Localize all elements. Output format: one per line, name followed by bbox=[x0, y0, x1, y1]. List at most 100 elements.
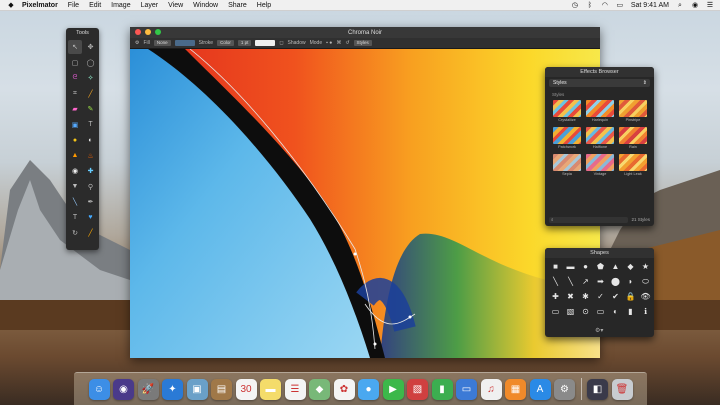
effect-item[interactable]: Light Leak bbox=[619, 154, 647, 177]
effect-item[interactable]: Rain bbox=[619, 127, 647, 150]
shape-item-icon[interactable]: ◗ bbox=[623, 276, 638, 287]
dodge-icon[interactable]: ⚲ bbox=[84, 180, 98, 194]
menu-edit[interactable]: Edit bbox=[89, 2, 101, 9]
pixelmator-icon[interactable]: ◧ bbox=[587, 378, 608, 400]
fill-select[interactable]: None bbox=[153, 40, 171, 46]
messages-icon[interactable]: ● bbox=[358, 378, 379, 400]
music-icon[interactable]: ♫ bbox=[480, 378, 502, 400]
shape-item-icon[interactable]: ⬤ bbox=[608, 276, 623, 287]
text-icon[interactable]: T bbox=[68, 211, 82, 225]
shape-item-icon[interactable]: ▮ bbox=[623, 306, 638, 317]
clock[interactable]: Sat 9:41 AM bbox=[631, 2, 669, 9]
gradient-icon[interactable]: ▲ bbox=[68, 149, 82, 163]
shape-item-icon[interactable]: ╲ bbox=[563, 276, 578, 287]
type-tool-icon[interactable]: T bbox=[84, 118, 98, 132]
ellipse-select-icon[interactable]: ◯ bbox=[84, 56, 98, 70]
crop-icon[interactable]: ⌗ bbox=[68, 87, 82, 101]
clone-icon[interactable]: ✚ bbox=[84, 164, 98, 178]
gear-icon[interactable]: ⚙ bbox=[135, 40, 139, 46]
app-store-icon[interactable]: A bbox=[529, 378, 551, 400]
eraser-icon[interactable]: ▰ bbox=[68, 102, 82, 116]
magic-wand-icon[interactable]: ✧ bbox=[84, 71, 98, 85]
shape-item-icon[interactable]: ╲ bbox=[548, 276, 563, 287]
pen-icon[interactable]: ✒ bbox=[84, 195, 98, 209]
effects-category-select[interactable]: Styles bbox=[549, 79, 650, 87]
pencil-icon[interactable]: ✎ bbox=[84, 102, 98, 116]
photo-booth-icon[interactable]: ▧ bbox=[407, 378, 428, 400]
menu-layer[interactable]: Layer bbox=[141, 2, 159, 9]
path-icon[interactable]: ⌘ bbox=[336, 40, 341, 46]
shape-item-icon[interactable]: ⬟ bbox=[593, 261, 608, 272]
maps-icon[interactable]: ◆ bbox=[309, 378, 330, 400]
stroke-size-field[interactable]: 1 pt bbox=[237, 40, 252, 46]
eye-icon[interactable]: ◉ bbox=[68, 164, 82, 178]
rotate-icon[interactable]: ↻ bbox=[68, 226, 82, 240]
shape-item-icon[interactable]: ℹ bbox=[638, 306, 653, 317]
smudge-icon[interactable]: ╲ bbox=[68, 195, 82, 209]
apple-icon[interactable]: ◆ bbox=[6, 1, 16, 9]
shape-item-icon[interactable]: ✱ bbox=[578, 291, 593, 302]
shadow-checkbox[interactable]: ◻ bbox=[279, 40, 283, 46]
siri-icon[interactable]: ◉ bbox=[113, 378, 134, 400]
stroke-select[interactable]: Color bbox=[217, 40, 234, 46]
notes-icon[interactable]: ▬ bbox=[260, 378, 281, 400]
arrange-tool-icon[interactable]: ✥ bbox=[84, 40, 98, 54]
burn-icon[interactable]: ♨ bbox=[84, 149, 98, 163]
shape-item-icon[interactable]: ▭ bbox=[593, 306, 608, 317]
shape-item-icon[interactable]: ▧ bbox=[563, 306, 578, 317]
trash-icon[interactable]: 🗑 bbox=[611, 378, 633, 400]
bluetooth-icon[interactable]: ᛒ bbox=[586, 2, 594, 10]
battery-icon[interactable]: ▭ bbox=[616, 2, 624, 10]
shape-item-icon[interactable]: ⬭ bbox=[638, 276, 653, 287]
shape-item-icon[interactable]: ▲ bbox=[608, 261, 623, 272]
facetime-icon[interactable]: ▶ bbox=[382, 378, 404, 400]
shape-item-icon[interactable]: ★ bbox=[638, 261, 653, 272]
finder-icon[interactable]: ☺ bbox=[88, 378, 110, 400]
effect-item[interactable]: Harlequin bbox=[586, 100, 614, 123]
safari-icon[interactable]: ✦ bbox=[162, 378, 183, 400]
menu-share[interactable]: Share bbox=[228, 2, 247, 9]
lasso-icon[interactable]: ᘓ bbox=[68, 71, 82, 85]
eyedropper-icon[interactable]: ╱ bbox=[84, 87, 98, 101]
shape-item-icon[interactable]: ● bbox=[578, 261, 593, 272]
shape-item-icon[interactable]: ✚ bbox=[548, 291, 563, 302]
shape-item-icon[interactable]: ▬ bbox=[563, 261, 578, 272]
shape-item-icon[interactable]: 🔒 bbox=[623, 291, 638, 302]
mode-toggle[interactable]: ▪ ● bbox=[326, 40, 332, 46]
effect-item[interactable]: Patchwork bbox=[553, 127, 581, 150]
effect-item[interactable]: Halftone bbox=[586, 127, 614, 150]
launchpad-icon[interactable]: 🚀 bbox=[137, 378, 159, 400]
system-preferences-icon[interactable]: ⚙ bbox=[554, 378, 575, 400]
stroke-color-well[interactable] bbox=[255, 40, 276, 46]
photos-icon[interactable]: ✿ bbox=[333, 378, 355, 400]
sponge-icon[interactable]: ▼ bbox=[68, 180, 82, 194]
rect-select-icon[interactable]: ▢ bbox=[68, 56, 82, 70]
effect-item[interactable]: Pinstripe bbox=[619, 100, 647, 123]
shape-item-icon[interactable]: ◆ bbox=[623, 261, 638, 272]
zoom-button[interactable] bbox=[155, 29, 161, 35]
keynote-icon[interactable]: ▭ bbox=[456, 378, 477, 400]
brush-icon[interactable]: ◐ bbox=[84, 133, 98, 147]
paint-bucket-icon[interactable]: ● bbox=[68, 133, 82, 147]
heart-icon[interactable]: ♥ bbox=[84, 211, 98, 225]
minimize-button[interactable] bbox=[145, 29, 151, 35]
shape-item-icon[interactable]: ■ bbox=[548, 261, 563, 272]
effect-item[interactable]: Vintage bbox=[586, 154, 614, 177]
image-canvas[interactable] bbox=[130, 49, 600, 358]
fill-color-well[interactable] bbox=[174, 40, 195, 46]
spotlight-icon[interactable]: ⌕ bbox=[676, 2, 684, 10]
effect-item[interactable]: Sepia bbox=[553, 154, 581, 177]
shape-item-icon[interactable]: ◐ bbox=[608, 306, 623, 317]
shape-item-icon[interactable]: ▭ bbox=[548, 306, 563, 317]
shape-item-icon[interactable]: 👁 bbox=[638, 291, 653, 302]
time-machine-icon[interactable]: ◷ bbox=[571, 2, 579, 10]
zoom-icon[interactable]: ╱ bbox=[84, 226, 98, 240]
shape-item-icon[interactable]: ✖ bbox=[563, 291, 578, 302]
shape-item-icon[interactable]: ➡ bbox=[593, 276, 608, 287]
shape-tool-icon[interactable]: ▣ bbox=[68, 118, 82, 132]
notes-brown-icon[interactable]: ▤ bbox=[211, 378, 232, 400]
reminders-icon[interactable]: ☰ bbox=[284, 378, 306, 400]
menu-view[interactable]: View bbox=[168, 2, 183, 9]
preview-icon[interactable]: ▣ bbox=[186, 378, 208, 400]
shape-item-icon[interactable]: ↗ bbox=[578, 276, 593, 287]
